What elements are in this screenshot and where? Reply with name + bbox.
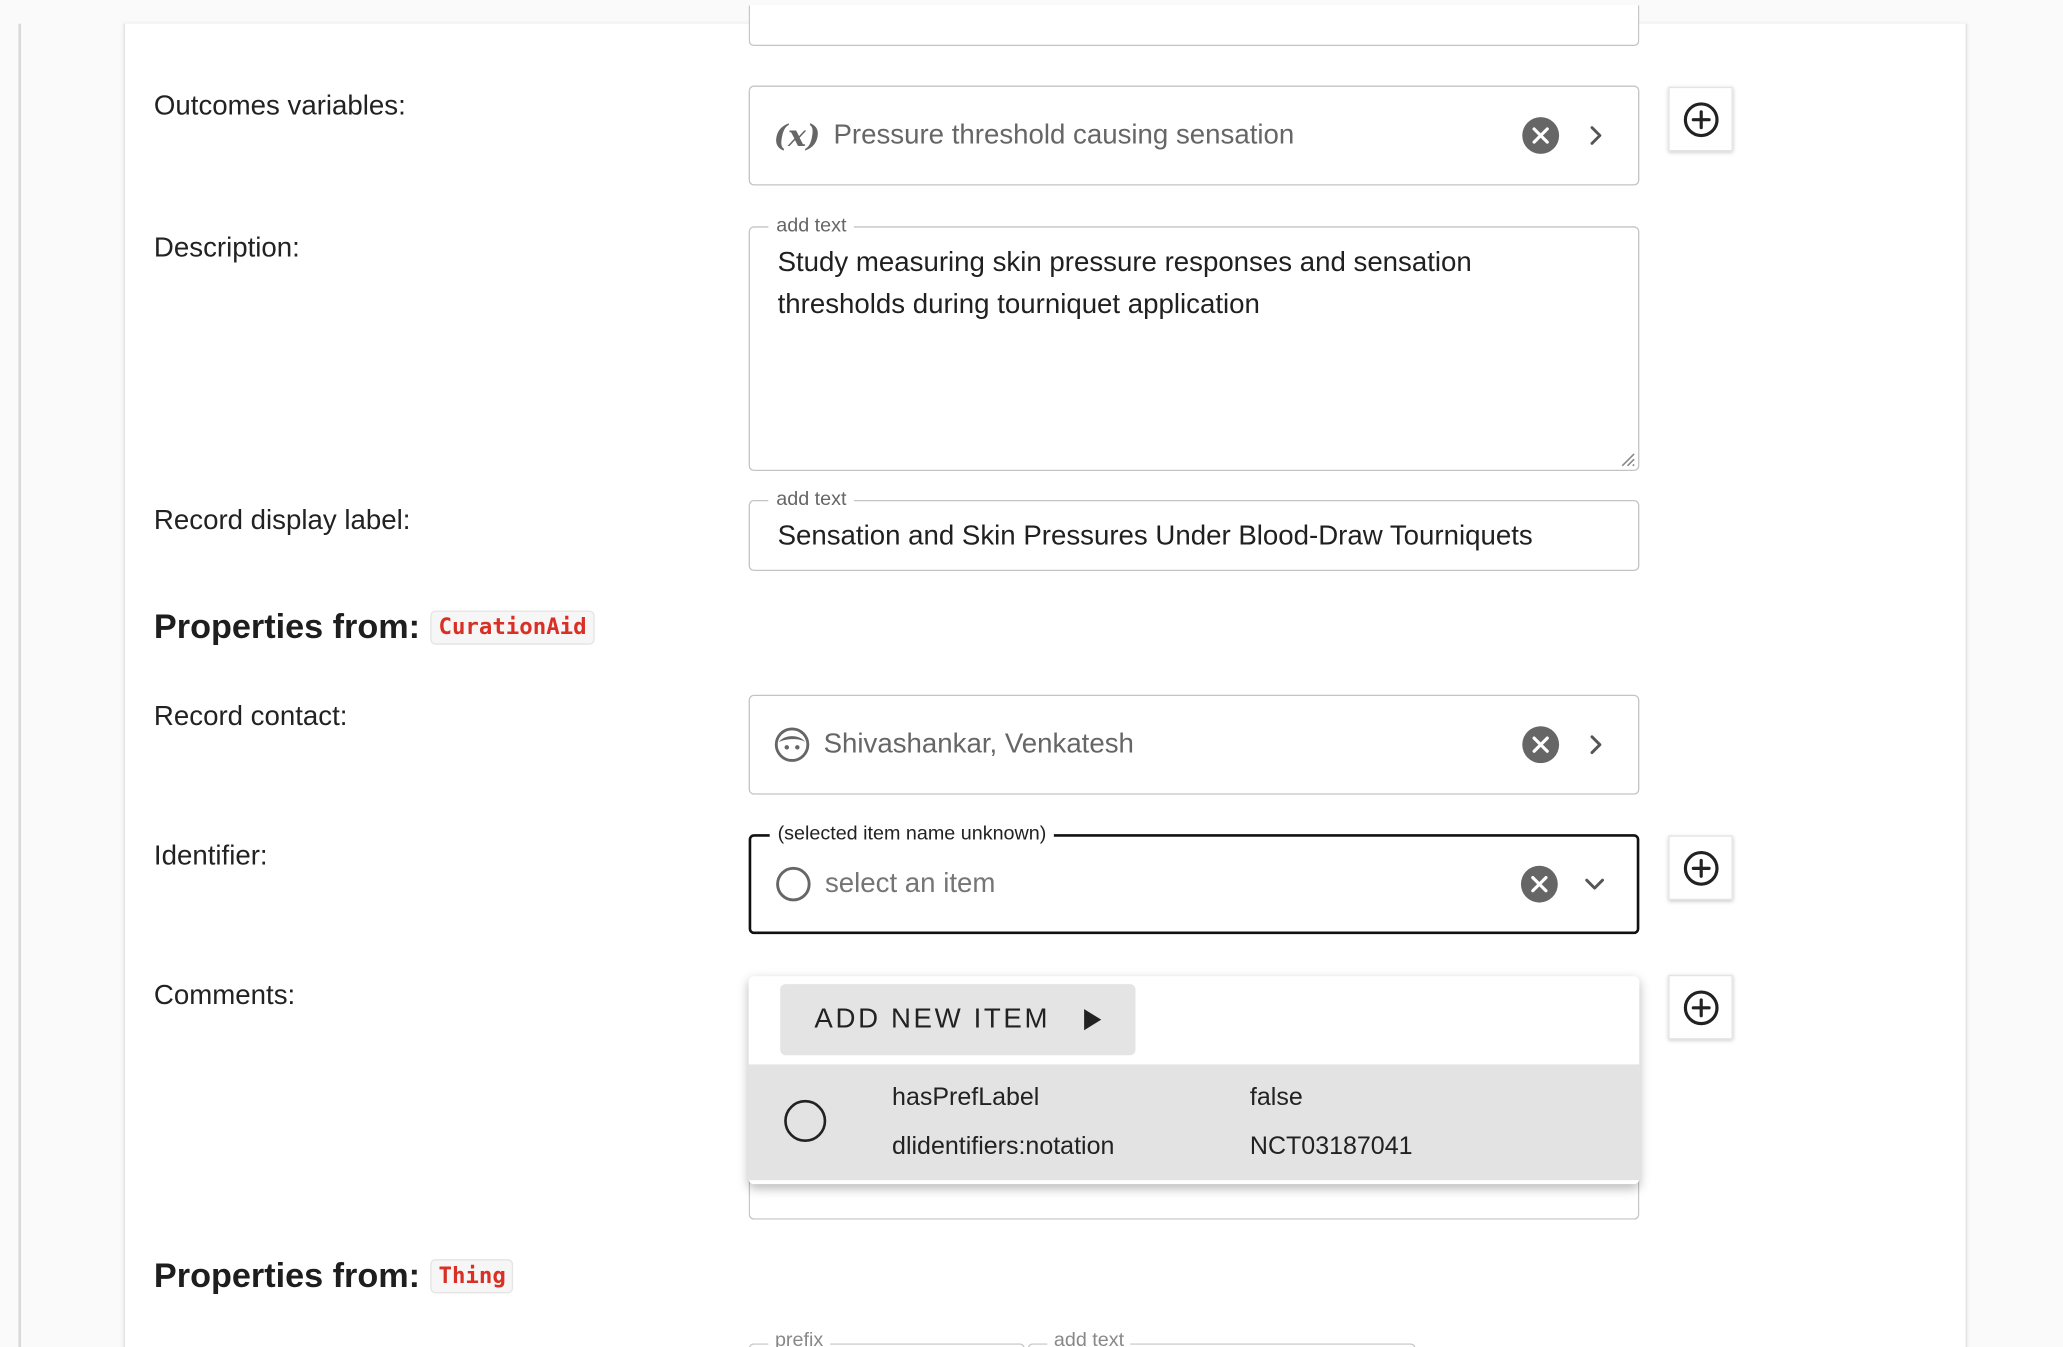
- add-circle-icon: [1683, 101, 1718, 137]
- app-root: Outcomes variables: (x) Pressure thresho…: [0, 0, 2063, 1347]
- person-icon: [774, 726, 811, 763]
- record-display-label-input[interactable]: add text Sensation and Skin Pressures Un…: [748, 486, 1640, 572]
- comments-field-partial[interactable]: [748, 1178, 1640, 1220]
- variable-icon: (x): [773, 117, 821, 154]
- section-title-text: Properties from:: [153, 1255, 421, 1295]
- clear-icon[interactable]: [1520, 865, 1558, 903]
- add-outcomes-button[interactable]: [1668, 86, 1733, 152]
- text-legend: add text: [1047, 1328, 1131, 1347]
- description-line-2: thresholds during tourniquet application: [777, 289, 1260, 320]
- option-key-1: hasPrefLabel: [892, 1084, 1040, 1112]
- add-circle-icon: [1683, 989, 1718, 1025]
- clear-icon[interactable]: [1522, 117, 1560, 154]
- record-display-label-legend: add text: [768, 486, 855, 514]
- option-value-2: NCT03187041: [1249, 1132, 1413, 1161]
- add-circle-icon: [1683, 850, 1718, 886]
- identifier-select[interactable]: (selected item name unknown): [748, 820, 1640, 935]
- resize-handle-icon[interactable]: [1620, 451, 1636, 467]
- play-arrow-icon: [1084, 1009, 1102, 1031]
- chevron-right-icon[interactable]: [1578, 726, 1615, 763]
- identifier-legend: (selected item name unknown): [769, 820, 1055, 848]
- left-divider: [18, 23, 22, 1347]
- outcomes-variables-label: Outcomes variables:: [153, 90, 406, 122]
- add-new-item-button[interactable]: ADD NEW ITEM: [780, 984, 1136, 1056]
- identifier-search-input[interactable]: [824, 868, 1521, 900]
- chevron-down-icon[interactable]: [1576, 866, 1613, 903]
- outcomes-variables-value: Pressure threshold causing sensation: [833, 119, 1295, 150]
- add-comments-button[interactable]: [1668, 974, 1733, 1040]
- class-chip-thing: Thing: [430, 1258, 514, 1293]
- add-new-item-label: ADD NEW ITEM: [814, 1003, 1051, 1035]
- section-curationaid-title: Properties from: CurationAid: [154, 607, 595, 648]
- record-contact-field[interactable]: Shivashankar, Venkatesh: [748, 694, 1640, 795]
- identifier-label: Identifier:: [153, 840, 268, 871]
- class-chip-curationaid: CurationAid: [430, 609, 595, 645]
- record-contact-value: Shivashankar, Venkatesh: [823, 728, 1134, 760]
- outcomes-variables-field[interactable]: (x) Pressure threshold causing sensation: [748, 85, 1640, 186]
- radio-empty-icon: [775, 866, 812, 903]
- record-contact-label: Record contact:: [153, 701, 348, 732]
- previous-field-partial[interactable]: [748, 5, 1640, 47]
- identifier-dropdown-menu: ADD NEW ITEM hasPrefLabel false dlidenti…: [748, 976, 1640, 1185]
- option-value-1: false: [1249, 1084, 1303, 1112]
- section-title-text: Properties from:: [153, 606, 421, 647]
- section-thing-title: Properties from: Thing: [154, 1255, 514, 1296]
- comments-label: Comments:: [153, 980, 296, 1011]
- record-display-label-value: Sensation and Skin Pressures Under Blood…: [777, 521, 1533, 552]
- option-key-2: dlidentifiers:notation: [892, 1132, 1115, 1161]
- clear-icon[interactable]: [1522, 726, 1560, 764]
- chevron-right-icon[interactable]: [1578, 117, 1615, 154]
- record-display-label-label: Record display label:: [153, 505, 411, 536]
- dropdown-option[interactable]: hasPrefLabel false dlidentifiers:notatio…: [748, 1064, 1640, 1181]
- add-identifier-button[interactable]: [1668, 835, 1733, 900]
- description-line-1: Study measuring skin pressure responses …: [777, 247, 1472, 278]
- description-legend: add text: [768, 213, 855, 240]
- description-textarea[interactable]: add text Study measuring skin pressure r…: [748, 213, 1640, 472]
- radio-empty-icon[interactable]: [784, 1099, 827, 1143]
- prefix-legend: prefix: [768, 1328, 830, 1347]
- description-label: Description:: [153, 232, 300, 264]
